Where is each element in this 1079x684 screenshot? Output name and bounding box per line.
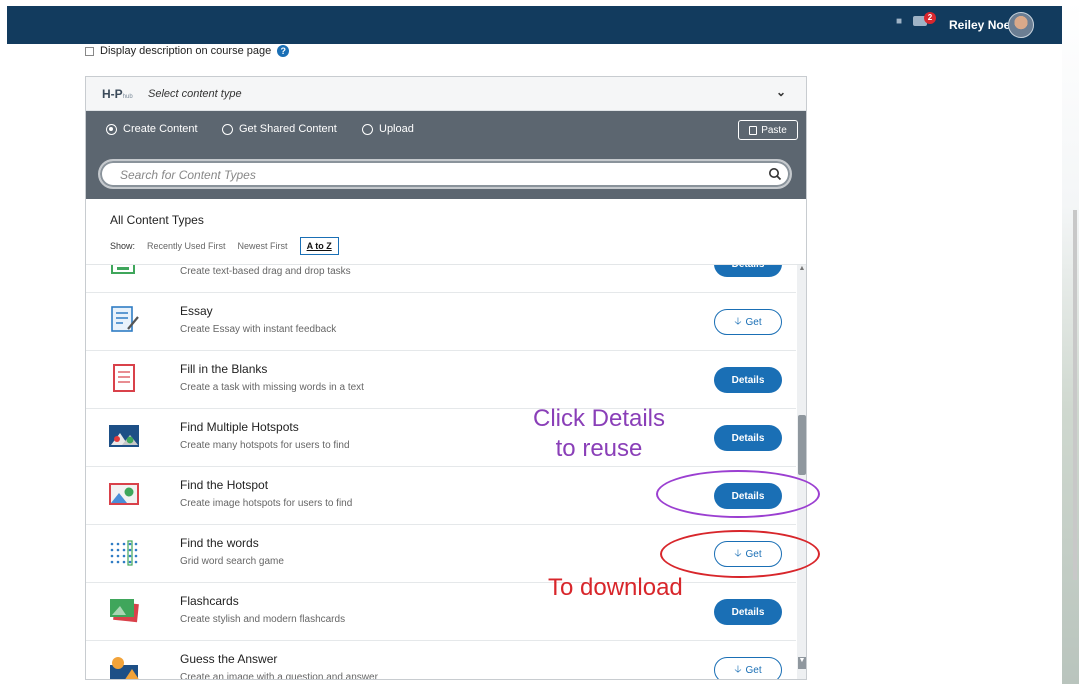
filter-bar: All Content Types Show: Recently Used Fi… bbox=[86, 199, 806, 265]
h5p-logo: H-Phub bbox=[102, 87, 133, 101]
h5p-hub-panel: H-Phub Select content type ⌄ Create Cont… bbox=[85, 76, 807, 680]
annotation-line: Click Details bbox=[532, 405, 666, 432]
list-item-title: Guess the Answer bbox=[180, 652, 278, 666]
highlight-ellipse-details bbox=[656, 470, 820, 518]
annotation-line: to reuse bbox=[555, 435, 643, 462]
user-name[interactable]: Reiley Noe bbox=[949, 18, 1010, 32]
list-item-desc: Create stylish and modern flashcards bbox=[180, 614, 346, 625]
search-placeholder: Search for Content Types bbox=[120, 168, 256, 182]
details-button[interactable]: Details bbox=[714, 367, 782, 393]
list-scrollbar[interactable]: ▲ ▼ bbox=[797, 265, 806, 679]
download-arrow-icon: 🡣 bbox=[734, 663, 742, 675]
description-checkbox[interactable] bbox=[85, 46, 94, 56]
tab-label: Create Content bbox=[123, 123, 198, 135]
list-item-desc: Create Essay with instant feedback bbox=[180, 324, 337, 335]
essay-icon bbox=[111, 306, 139, 332]
details-button[interactable]: Details bbox=[714, 265, 782, 277]
description-checkbox-label: Display description on course page bbox=[100, 45, 272, 57]
tab-upload[interactable]: Upload bbox=[362, 123, 414, 135]
annotation-to-download: To download bbox=[548, 574, 683, 601]
radio-selected-icon bbox=[106, 123, 117, 135]
show-label: Show: bbox=[110, 241, 136, 251]
annotation-click-details: Click Details to reuse bbox=[514, 404, 684, 464]
get-label: Get bbox=[745, 664, 762, 676]
get-button[interactable]: 🡣 Get bbox=[714, 309, 782, 335]
get-label: Get bbox=[745, 316, 762, 328]
sort-recently-used[interactable]: Recently Used First bbox=[147, 241, 226, 251]
list-item[interactable]: Essay Create Essay with instant feedback… bbox=[86, 293, 796, 351]
clipboard-icon bbox=[749, 125, 758, 135]
hub-header[interactable]: H-Phub Select content type ⌄ bbox=[86, 77, 806, 111]
top-navigation-bar: ■ 2 Reiley Noe bbox=[7, 6, 1062, 44]
list-item[interactable]: Guess the Answer Create an image with a … bbox=[86, 641, 796, 680]
list-item-desc: Create many hotspots for users to find bbox=[180, 440, 350, 451]
search-icon[interactable] bbox=[768, 167, 782, 181]
list-item-title: Find the words bbox=[180, 536, 259, 550]
list-item[interactable]: Fill in the Blanks Create a task with mi… bbox=[86, 351, 796, 409]
chevron-down-icon[interactable]: ⌄ bbox=[776, 85, 786, 99]
flashcards-icon bbox=[110, 599, 139, 623]
hub-tabs: Create Content Get Shared Content Upload… bbox=[86, 111, 806, 149]
fill-blanks-icon bbox=[113, 364, 135, 392]
tab-create-content[interactable]: Create Content bbox=[106, 123, 198, 135]
tab-label: Get Shared Content bbox=[239, 123, 337, 135]
paste-label: Paste bbox=[761, 124, 787, 136]
list-item-title: Fill in the Blanks bbox=[180, 362, 268, 376]
page: ■ 2 Reiley Noe Display description on co… bbox=[0, 0, 1079, 684]
select-content-type-label: Select content type bbox=[148, 88, 242, 100]
list-item[interactable]: Flashcards Create stylish and modern fla… bbox=[86, 583, 796, 641]
radio-icon bbox=[222, 123, 233, 135]
list-item[interactable]: Find Multiple Hotspots Create many hotsp… bbox=[86, 409, 796, 467]
description-checkbox-row[interactable]: Display description on course page ? bbox=[85, 44, 290, 58]
tab-label: Upload bbox=[379, 123, 414, 135]
scroll-up-icon[interactable]: ▲ bbox=[798, 265, 806, 275]
list-item-title: Flashcards bbox=[180, 594, 239, 608]
list-item-desc: Create a task with missing words in a te… bbox=[180, 382, 364, 393]
word-grid-icon bbox=[110, 540, 138, 566]
scroll-thumb[interactable] bbox=[798, 415, 806, 475]
details-button[interactable]: Details bbox=[714, 425, 782, 451]
list-item-desc: Create an image with a question and answ… bbox=[180, 672, 378, 680]
list-item-title: Find Multiple Hotspots bbox=[180, 420, 299, 434]
guess-answer-icon bbox=[110, 657, 139, 679]
list-item-title: Find the Hotspot bbox=[180, 478, 269, 492]
hotspot-icon bbox=[109, 483, 139, 505]
filter-title: All Content Types bbox=[110, 213, 204, 227]
page-scrollbar[interactable] bbox=[1073, 210, 1077, 580]
get-button[interactable]: 🡣 Get bbox=[714, 657, 782, 679]
bell-icon[interactable]: ■ bbox=[896, 16, 906, 27]
download-arrow-icon: 🡣 bbox=[734, 315, 742, 327]
scroll-down-icon[interactable]: ▼ bbox=[798, 657, 806, 669]
sort-a-to-z[interactable]: A to Z bbox=[299, 237, 339, 255]
sort-newest-first[interactable]: Newest First bbox=[238, 241, 288, 251]
content-type-list: Create text-based drag and drop tasks De… bbox=[86, 265, 796, 680]
search-input[interactable]: Search for Content Types bbox=[98, 159, 792, 189]
notification-badge: 2 bbox=[924, 12, 936, 24]
radio-icon bbox=[362, 123, 373, 135]
list-item[interactable]: Create text-based drag and drop tasks De… bbox=[86, 265, 796, 293]
list-item-desc: Create text-based drag and drop tasks bbox=[180, 266, 351, 277]
drag-text-icon bbox=[111, 265, 135, 274]
list-item-desc: Create image hotspots for users to find bbox=[180, 498, 353, 509]
multiple-hotspots-icon bbox=[109, 425, 139, 447]
search-area: Search for Content Types bbox=[86, 149, 806, 199]
list-item-desc: Grid word search game bbox=[180, 556, 284, 567]
paste-button[interactable]: Paste bbox=[738, 120, 798, 140]
list-item-title: Essay bbox=[180, 304, 213, 318]
tab-get-shared-content[interactable]: Get Shared Content bbox=[222, 123, 337, 135]
highlight-ellipse-get bbox=[660, 530, 820, 578]
sort-options: Show: Recently Used First Newest First A… bbox=[110, 237, 339, 255]
help-icon[interactable]: ? bbox=[277, 45, 290, 57]
avatar[interactable] bbox=[1008, 12, 1034, 38]
details-button[interactable]: Details bbox=[714, 599, 782, 625]
